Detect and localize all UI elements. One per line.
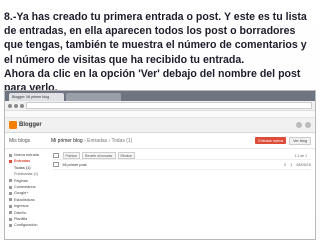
- pencil-icon: [9, 153, 12, 157]
- blogger-topbar: Blogger: [5, 118, 315, 133]
- sidebar-item-settings[interactable]: Configuración: [5, 222, 51, 228]
- url-field[interactable]: [26, 102, 312, 109]
- breadcrumb-path: › Entradas › Todas (1): [84, 137, 133, 144]
- row-checkbox[interactable]: [53, 161, 59, 168]
- browser-tab-strip: Blogger: Mi primer blog: [5, 91, 315, 101]
- posts-toolbar: Publicar Revertir al borrador Eliminar 1…: [53, 152, 311, 160]
- forward-icon[interactable]: [14, 103, 18, 108]
- delete-button[interactable]: Eliminar: [117, 152, 136, 159]
- breadcrumb: Mi primer blog › Entradas › Todas (1): [51, 138, 251, 144]
- google-plus-icon: [9, 192, 12, 196]
- select-all-checkbox[interactable]: [53, 152, 59, 159]
- blogger-logo-icon: [9, 121, 17, 129]
- earnings-icon: [9, 204, 12, 208]
- new-post-button[interactable]: Entrada nueva: [255, 137, 287, 144]
- back-icon[interactable]: [8, 103, 12, 108]
- reload-icon[interactable]: [20, 103, 24, 108]
- slide: 8.-Ya has creado tu primera entrada o po…: [0, 0, 320, 240]
- view-count: 1: [290, 162, 293, 167]
- template-icon: [9, 217, 12, 221]
- bookmarks-bar: [5, 111, 315, 118]
- pager: 1-1 de 1: [294, 153, 307, 158]
- instruction-line: de entradas, en ella aparecen todos los …: [4, 25, 296, 38]
- instruction-line: que tengas, también te muestra el número…: [4, 39, 307, 52]
- publish-button[interactable]: Publicar: [62, 152, 81, 159]
- browser-tab-inactive[interactable]: [66, 93, 121, 101]
- layout-icon: [9, 211, 12, 215]
- instruction-line: Ahora da clic en la opción 'Ver' debajo …: [4, 67, 301, 80]
- stats-icon: [9, 198, 12, 202]
- post-title[interactable]: Mi primer post: [63, 163, 280, 167]
- blog-title[interactable]: Mi primer blog: [51, 138, 83, 144]
- apps-icon[interactable]: [296, 122, 302, 128]
- view-blog-button[interactable]: Ver blog: [289, 136, 311, 145]
- comments-icon: [9, 185, 12, 189]
- blogger-screenshot: Blogger: Mi primer blog Blogger Mis blog…: [4, 90, 316, 240]
- gear-icon: [9, 223, 12, 227]
- pages-icon: [9, 179, 12, 183]
- posts-icon: [9, 160, 12, 164]
- post-date: 28/05/15: [296, 162, 311, 167]
- sidebar: Nueva entrada Entradas Todas (1) Publica…: [5, 149, 51, 239]
- brand-name: Blogger: [19, 122, 42, 128]
- posts-panel: Publicar Revertir al borrador Eliminar 1…: [51, 149, 315, 239]
- instruction-line: 8.-Ya has creado tu primera entrada o po…: [4, 11, 307, 23]
- table-row[interactable]: Mi primer post 0 1 28/05/15: [53, 160, 311, 170]
- revert-draft-button[interactable]: Revertir al borrador: [82, 152, 116, 159]
- avatar[interactable]: [305, 122, 311, 128]
- browser-tab[interactable]: Blogger: Mi primer blog: [9, 93, 64, 101]
- instruction-text: 8.-Ya has creado tu primera entrada o po…: [4, 10, 320, 95]
- comment-count: 0: [283, 162, 287, 167]
- my-blogs-link[interactable]: Mis blogs: [9, 138, 51, 144]
- blogger-content: Nueva entrada Entradas Todas (1) Publica…: [5, 149, 315, 239]
- blog-header: Mis blogs Mi primer blog › Entradas › To…: [5, 133, 315, 149]
- instruction-line: el número de visitas que ha recibido tu …: [4, 53, 245, 66]
- address-bar: [5, 101, 315, 111]
